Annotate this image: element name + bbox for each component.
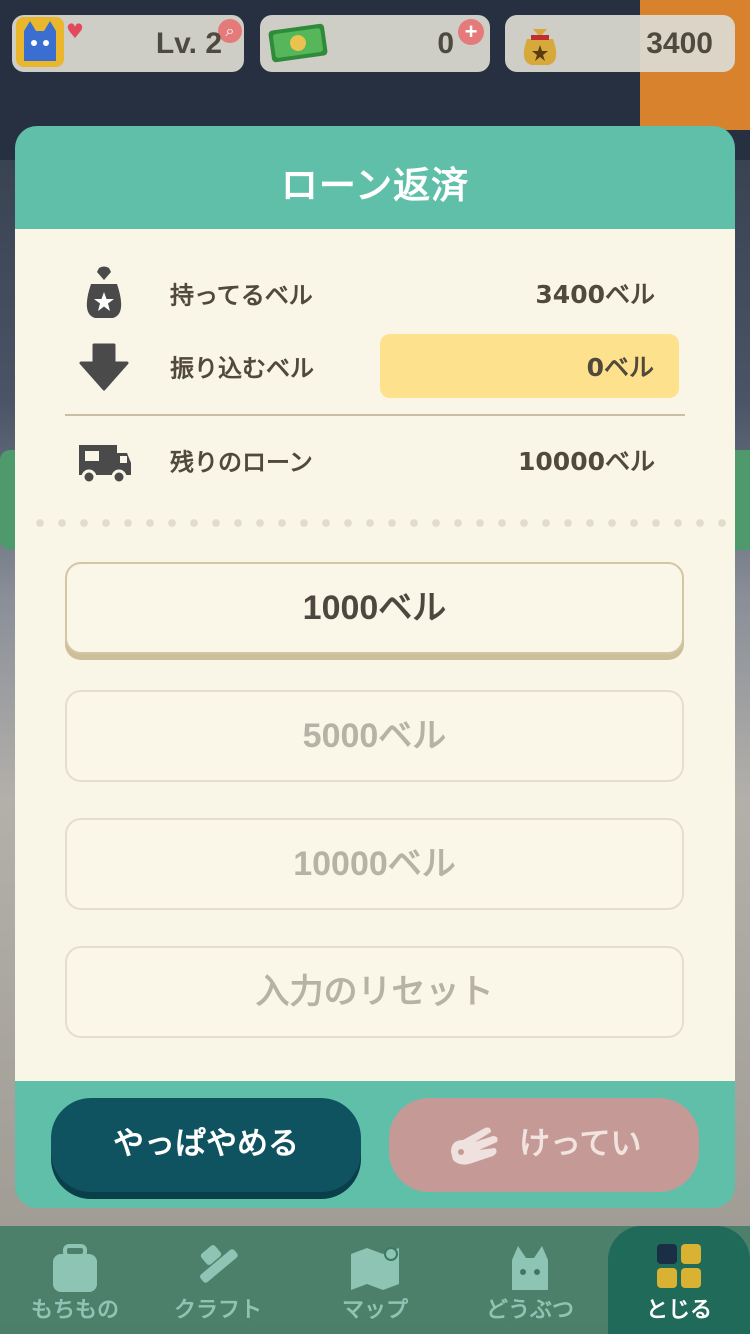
grid-icon — [657, 1244, 701, 1288]
dotted-separator — [29, 519, 729, 527]
nav-item-belongings[interactable]: もちもの — [0, 1226, 150, 1334]
money-bag-icon — [86, 266, 122, 318]
nav-item-craft[interactable]: クラフト — [143, 1226, 293, 1334]
remaining-loan-row: 残りのローン 10000ベル — [15, 427, 735, 493]
plus-icon[interactable]: + — [458, 19, 484, 45]
held-bells-value: 3400ベル — [535, 280, 655, 309]
level-value: Lv. 2 — [155, 26, 222, 60]
nav-item-close[interactable]: とじる — [608, 1226, 750, 1334]
cancel-button[interactable]: やっぱやめる — [51, 1098, 361, 1192]
camper-van-icon — [79, 445, 131, 485]
level-pill[interactable]: ♥ ⌕ Lv. 2 — [12, 15, 244, 72]
cat-avatar-icon — [16, 17, 64, 67]
nav-label-map: マップ — [341, 1298, 408, 1323]
nav-item-animals[interactable]: どうぶつ — [455, 1226, 605, 1334]
heart-icon: ♥ — [66, 19, 84, 43]
ticket-value: 0 — [437, 26, 454, 60]
payment-row: 振り込むベル 0ベル — [15, 333, 735, 399]
confirm-label: けってい — [519, 1126, 642, 1161]
bag-icon — [53, 1244, 97, 1292]
remaining-loan-value: 10000ベル — [518, 447, 655, 476]
payment-label: 振り込むベル — [170, 354, 314, 383]
ticket-icon — [268, 23, 328, 63]
reset-input-button[interactable]: 入力のリセット — [65, 946, 684, 1038]
bottom-nav: もちもの クラフト マップ どうぶつ とじる — [0, 1226, 750, 1334]
nav-label-close: とじる — [645, 1298, 712, 1323]
amount-5000-button[interactable]: 5000ベル — [65, 690, 684, 782]
bell-bag-icon — [523, 29, 557, 65]
amount-10000-button[interactable]: 10000ベル — [65, 818, 684, 910]
loan-repayment-dialog: ローン返済 持ってるベル 3400ベル 振り込むベル 0ベル 残りのローン 10… — [15, 126, 735, 1208]
divider — [65, 414, 685, 416]
map-icon — [351, 1247, 399, 1290]
bells-pill: 3400 — [505, 15, 735, 72]
remaining-loan-label: 残りのローン — [170, 448, 313, 477]
held-bells-row: 持ってるベル 3400ベル — [15, 260, 735, 326]
dialog-title: ローン返済 — [280, 164, 470, 207]
payment-amount-value: 0ベル — [586, 353, 654, 382]
nav-label-belongings: もちもの — [30, 1298, 119, 1323]
nav-label-craft: クラフト — [173, 1298, 262, 1323]
nav-label-animals: どうぶつ — [485, 1298, 574, 1323]
hammer-icon — [200, 1245, 238, 1283]
held-bells-label: 持ってるベル — [170, 281, 313, 310]
dialog-body: 持ってるベル 3400ベル 振り込むベル 0ベル 残りのローン 10000ベル … — [15, 229, 735, 1081]
amount-1000-button[interactable]: 1000ベル — [65, 562, 684, 654]
ticket-pill[interactable]: 0 — [260, 15, 490, 72]
pointing-hand-icon — [451, 1127, 498, 1165]
down-arrow-icon — [79, 343, 129, 391]
confirm-button[interactable]: けってい — [389, 1098, 699, 1192]
payment-amount-field[interactable]: 0ベル — [380, 334, 679, 398]
cat-face-icon — [512, 1246, 548, 1290]
bells-value: 3400 — [646, 26, 713, 60]
nav-item-map[interactable]: マップ — [300, 1226, 450, 1334]
